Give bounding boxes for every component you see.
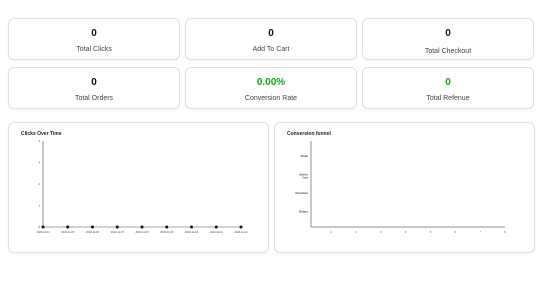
- x-tick-label: 2023-11-08: [135, 230, 149, 234]
- category-label: Visits: [301, 154, 309, 158]
- stat-card-conversion-rate: 0.00% Conversion Rate: [185, 67, 357, 109]
- data-point: [66, 225, 70, 229]
- x-tick-label: 2023-11-04: [36, 230, 50, 234]
- x-tick-label: 2023-11-07: [111, 230, 125, 234]
- y-tick-label: 4: [38, 139, 40, 143]
- stat-value: 0: [91, 77, 97, 88]
- y-tick-label: 1: [38, 204, 40, 208]
- clicks-over-time-chart: 0 1 2 3 4 2023-11-04 2023-11-05 2023-11-06 2023-…: [36, 139, 248, 234]
- x-tick-label: 2023-11-10: [185, 230, 199, 234]
- stat-value: 0: [445, 28, 451, 39]
- data-point: [190, 225, 193, 229]
- x-tick-label: 3: [380, 230, 382, 234]
- x-tick-label: 4: [405, 230, 407, 234]
- funnel-chart-card: Conversion funnel Visits Add to Cart Checko…: [274, 122, 535, 253]
- stat-card-total-checkout: 0 Total Checkout: [362, 18, 534, 60]
- category-label: Orders: [299, 210, 309, 214]
- x-tick-label: 2023-11-12: [234, 230, 248, 234]
- stat-card-total-clicks: 0 Total Clicks: [8, 18, 180, 60]
- x-tick-label: 2: [355, 230, 357, 234]
- x-tick-label: 2023-11-06: [86, 230, 100, 234]
- x-tick-label: 2023-11-09: [160, 230, 174, 234]
- conversion-funnel-chart: VisitsAdd toCartCheckoutOrders1 2 3 4 5 6 7 8: [295, 141, 506, 234]
- x-tick-label: 8: [504, 230, 506, 234]
- data-point: [41, 225, 45, 229]
- stat-label: Conversion Rate: [244, 95, 298, 102]
- stat-value: 0.00%: [256, 77, 286, 88]
- stat-card-total-revenue: 0 Total Refenue: [362, 67, 534, 109]
- stat-label: Total Checkout: [424, 48, 472, 55]
- stat-label: Add To Cart: [252, 46, 290, 53]
- stat-value: 0: [91, 28, 97, 39]
- data-point: [214, 225, 218, 229]
- data-point: [115, 225, 119, 229]
- x-tick-label: 2023-11-05: [61, 230, 75, 234]
- stat-card-add-to-cart: 0 Add To Cart: [185, 18, 357, 60]
- y-tick-label: 0: [38, 225, 40, 229]
- stat-value: 0: [268, 28, 274, 39]
- stat-card-total-orders: 0 Total Orders: [8, 67, 180, 109]
- y-tick-label: 2: [38, 182, 40, 186]
- y-tick-label: 3: [38, 161, 40, 165]
- x-tick-label: 7: [479, 230, 481, 234]
- x-tick-label: 1: [330, 230, 332, 234]
- data-point: [239, 225, 243, 229]
- data-point: [140, 225, 144, 229]
- x-tick-label: 2023-11-11: [210, 230, 223, 234]
- x-tick-label: 6: [455, 230, 457, 234]
- stat-label: Total Refenue: [426, 95, 470, 102]
- data-point: [165, 225, 169, 229]
- category-label: Cart: [302, 176, 308, 180]
- stat-label: Total Orders: [74, 95, 114, 102]
- clicks-chart-card: Clicks Over Time 0 1 2 3 4 2023-11-04 2023-11-…: [8, 122, 269, 253]
- x-tick-label: 5: [430, 230, 432, 234]
- category-label: Checkout: [295, 191, 308, 195]
- data-point: [91, 225, 94, 229]
- stat-label: Total Clicks: [76, 46, 112, 53]
- stat-value: 0: [445, 77, 451, 88]
